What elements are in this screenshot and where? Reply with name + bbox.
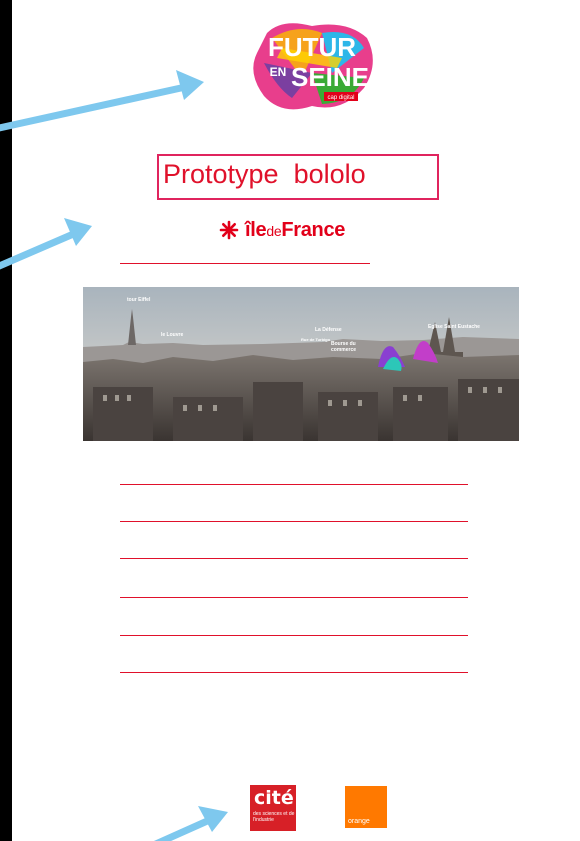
arrow-to-title — [0, 228, 82, 270]
arrow-head-cite — [198, 806, 228, 832]
arrow-head-title — [64, 218, 92, 246]
arrow-to-cite — [153, 814, 218, 841]
annotation-arrows — [0, 70, 228, 841]
arrow-to-futur — [0, 82, 194, 132]
arrow-head-futur — [176, 70, 204, 100]
